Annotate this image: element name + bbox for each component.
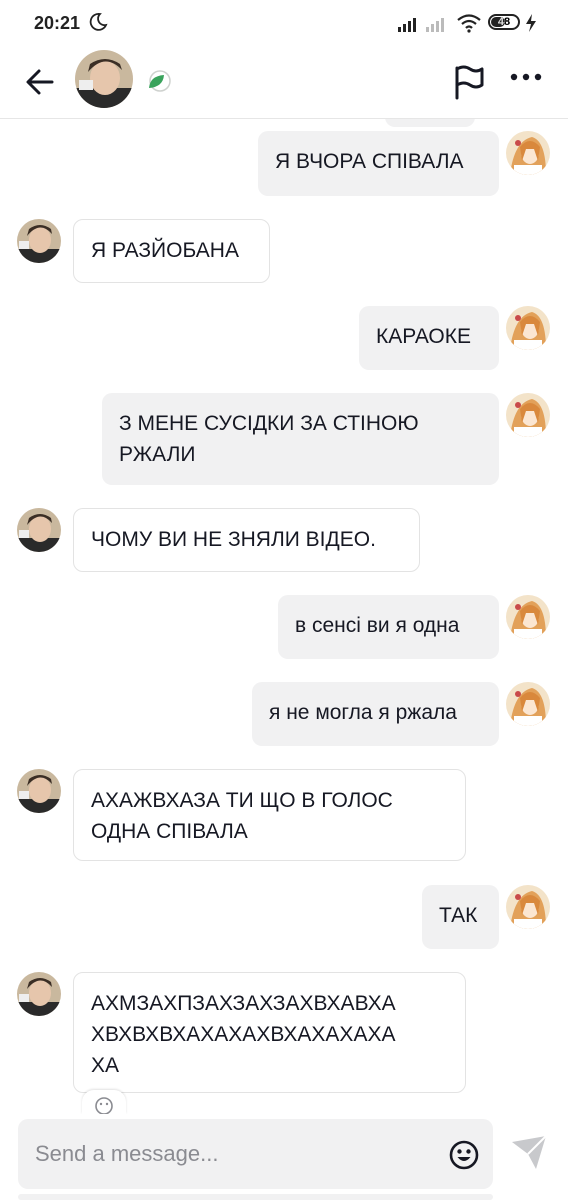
more-horizontal-icon [510, 73, 542, 81]
signal-icon [398, 18, 416, 32]
bottom-panel-edge [18, 1194, 493, 1200]
my-avatar[interactable] [506, 393, 550, 437]
emoji-button[interactable] [448, 1139, 480, 1171]
report-flag-button[interactable] [452, 64, 486, 100]
my-avatar[interactable] [506, 131, 550, 175]
signal-empty-icon [426, 18, 444, 32]
flag-icon [455, 65, 484, 100]
my-avatar[interactable] [506, 306, 550, 350]
message-bubble[interactable]: КАРАОКЕ [359, 306, 499, 370]
battery-level: 48 [497, 16, 511, 28]
my-avatar[interactable] [506, 682, 550, 726]
wifi-icon [457, 14, 481, 33]
contact-avatar[interactable] [17, 219, 61, 263]
previous-message-bubble [385, 119, 475, 127]
message-bubble[interactable]: в сенсі ви я одна [278, 595, 499, 659]
status-bar: 20:21 48 [0, 0, 568, 46]
contact-avatar[interactable] [17, 508, 61, 552]
add-reaction-button[interactable] [82, 1090, 126, 1115]
more-options-button[interactable] [510, 72, 542, 82]
send-icon [512, 1135, 547, 1169]
contact-avatar[interactable] [17, 972, 61, 1016]
smiley-icon [95, 1097, 113, 1115]
message-composer [0, 1114, 568, 1200]
message-bubble[interactable]: я не могла я ржала [252, 682, 499, 746]
message-bubble[interactable]: З МЕНЕ СУСІДКИ ЗА СТІНОЮ РЖАЛИ [102, 393, 499, 485]
contact-avatar[interactable] [75, 50, 133, 108]
leaf-badge-icon [149, 70, 171, 92]
send-button[interactable] [510, 1134, 548, 1172]
my-avatar[interactable] [506, 885, 550, 929]
message-bubble[interactable]: ТАК [422, 885, 499, 949]
message-input-box [18, 1119, 493, 1189]
my-avatar[interactable] [506, 595, 550, 639]
message-input[interactable] [35, 1139, 435, 1169]
emoji-icon [449, 1140, 479, 1170]
message-bubble[interactable]: Я ВЧОРА СПІВАЛА [258, 131, 499, 196]
status-time: 20:21 [34, 13, 81, 33]
message-bubble[interactable]: АХМЗАХПЗАХЗАХЗАХВХАВХА ХВХВХВХАХАХАХВХАХ… [73, 972, 466, 1093]
moon-icon [89, 13, 108, 31]
arrow-left-icon [26, 69, 54, 95]
charging-icon [526, 14, 536, 32]
back-button[interactable] [22, 64, 58, 100]
message-bubble[interactable]: АХАЖВХАЗА ТИ ЩО В ГОЛОС ОДНА СПІВАЛА [73, 769, 466, 861]
contact-avatar[interactable] [17, 769, 61, 813]
message-list[interactable]: Я ВЧОРА СПІВАЛА Я РАЗЙОБАНА КАРАОКЕ З МЕ… [0, 119, 568, 1114]
message-bubble[interactable]: Я РАЗЙОБАНА [73, 219, 270, 283]
battery-icon: 48 [488, 14, 520, 30]
chat-header [0, 46, 568, 119]
message-bubble[interactable]: ЧОМУ ВИ НЕ ЗНЯЛИ ВІДЕО. [73, 508, 420, 572]
